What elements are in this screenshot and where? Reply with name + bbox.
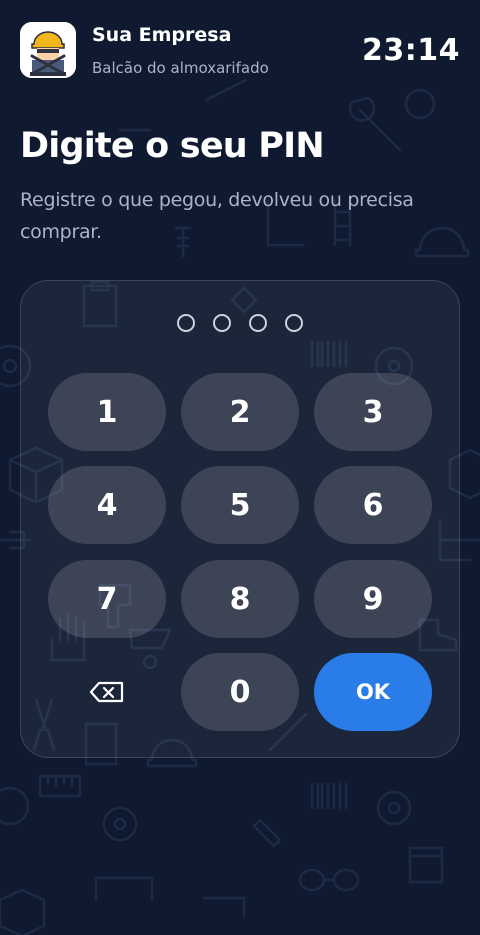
pin-dot <box>213 314 231 332</box>
pin-indicator <box>0 314 480 336</box>
company-name: Sua Empresa <box>92 24 232 46</box>
key-5[interactable]: 5 <box>181 466 299 544</box>
key-7[interactable]: 7 <box>48 560 166 638</box>
key-0[interactable]: 0 <box>181 653 299 731</box>
company-subtitle: Balcão do almoxarifado <box>92 59 269 77</box>
key-3[interactable]: 3 <box>314 373 432 451</box>
key-9[interactable]: 9 <box>314 560 432 638</box>
backspace-button[interactable] <box>48 653 166 731</box>
page-subtitle: Registre o que pegou, devolveu ou precis… <box>20 189 414 243</box>
pin-dot <box>285 314 303 332</box>
clock: 23:14 <box>362 33 460 68</box>
worker-helmet-logo-icon <box>20 22 76 78</box>
key-4[interactable]: 4 <box>48 466 166 544</box>
page-title: Digite o seu PIN <box>20 126 325 166</box>
app-header: Sua Empresa Balcão do almoxarifado 23:14 <box>0 0 480 92</box>
ok-button[interactable]: OK <box>314 653 432 731</box>
key-1[interactable]: 1 <box>48 373 166 451</box>
company-logo <box>20 22 76 78</box>
key-6[interactable]: 6 <box>314 466 432 544</box>
key-2[interactable]: 2 <box>181 373 299 451</box>
pin-dot <box>177 314 195 332</box>
backspace-icon <box>89 681 125 703</box>
key-8[interactable]: 8 <box>181 560 299 638</box>
pin-dot <box>249 314 267 332</box>
